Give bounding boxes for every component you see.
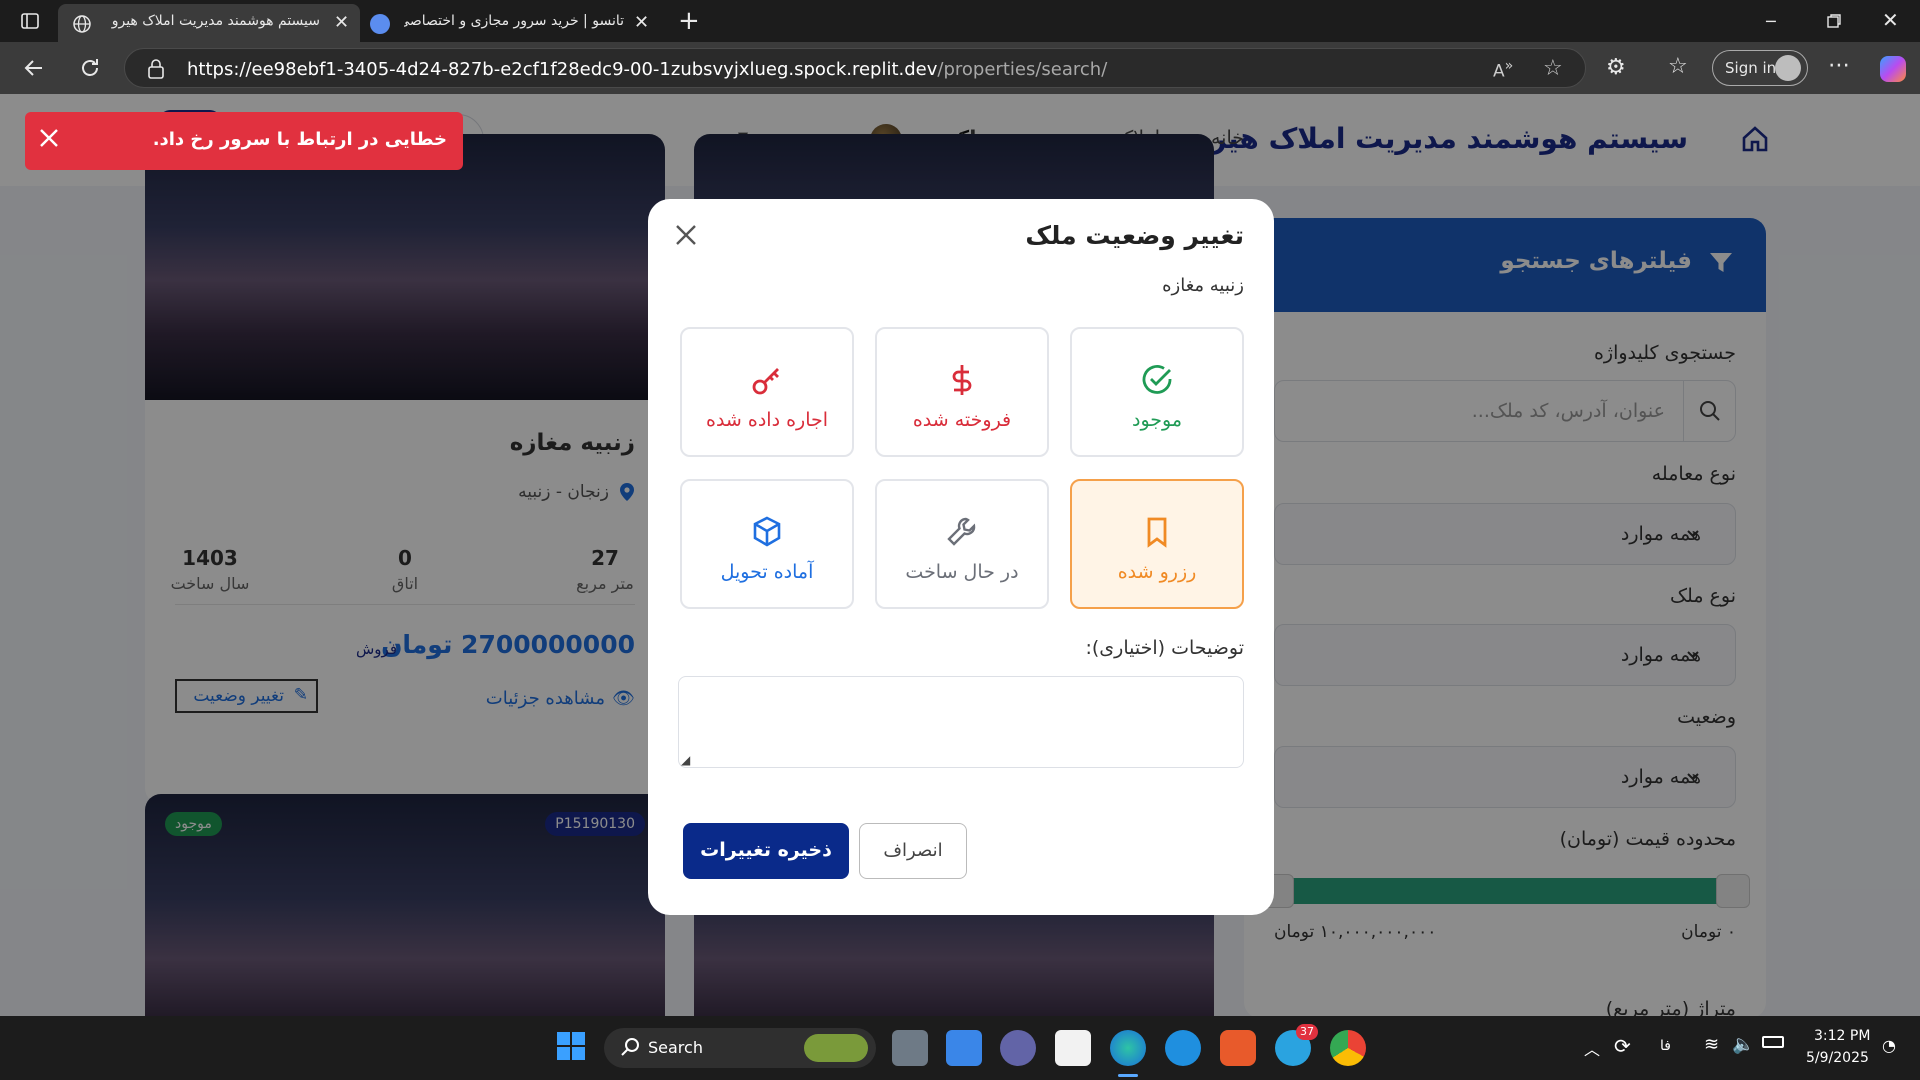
tab-actions-icon[interactable] (20, 11, 40, 31)
status-option-under-construction[interactable]: در حال ساخت (875, 479, 1049, 609)
sign-in-label: Sign in (1725, 59, 1777, 77)
option-label: در حال ساخت (905, 561, 1019, 583)
clock-time[interactable]: 3:12 PM (1814, 1028, 1870, 1044)
active-app-indicator (1118, 1074, 1138, 1077)
status-option-ready[interactable]: آماده تحویل (680, 479, 854, 609)
lock-icon (147, 59, 165, 79)
tab-favicon-icon (370, 14, 390, 34)
close-window-icon[interactable]: ✕ (1882, 8, 1899, 32)
resize-handle-icon[interactable]: ◢ (681, 753, 690, 767)
chrome-icon[interactable] (1330, 1030, 1366, 1066)
status-option-available[interactable]: موجود (1070, 327, 1244, 457)
option-label: فروخته شده (912, 409, 1012, 431)
telegram-badge: 37 (1296, 1024, 1318, 1040)
teams-icon[interactable] (1000, 1030, 1036, 1066)
option-label: موجود (1131, 409, 1182, 431)
read-aloud-icon[interactable]: A» (1493, 58, 1513, 82)
error-toast: خطایی در ارتباط با سرور رخ داد. (25, 112, 463, 170)
dollar-icon (877, 363, 1047, 397)
save-label: ذخیره تغییرات (700, 839, 832, 861)
save-changes-button[interactable]: ذخیره تغییرات (683, 823, 849, 879)
cancel-label: انصراف (883, 840, 943, 861)
windows-taskbar: Search 37 ︿ ⟳ فا ≋ 🔈 3:12 PM 5/9/2025 ◔ (0, 1016, 1920, 1080)
refresh-icon[interactable] (78, 56, 102, 80)
volume-icon[interactable]: 🔈 (1732, 1034, 1754, 1055)
show-hidden-icons[interactable]: ︿ (1584, 1036, 1600, 1060)
key-icon (682, 363, 852, 397)
status-option-reserved[interactable]: رزرو شده (1070, 479, 1244, 609)
toast-close-icon[interactable] (37, 126, 61, 150)
option-label: آماده تحویل (720, 561, 814, 583)
taskbar-search-label: Search (648, 1038, 703, 1057)
toast-message: خطایی در ارتباط با سرور رخ داد. (152, 129, 447, 150)
modal-property-name: زنبیه مغازه (1162, 275, 1244, 296)
address-bar-row: https://ee98ebf1-3405-4d24-827b-e2cf1f28… (0, 42, 1920, 94)
store-icon[interactable] (1055, 1030, 1091, 1066)
extensions-icon[interactable]: ⚙ (1606, 55, 1626, 80)
wifi-icon[interactable]: ≋ (1704, 1034, 1719, 1055)
edge-dev-icon[interactable] (1165, 1030, 1201, 1066)
status-option-rented[interactable]: اجاره داده شده (680, 327, 854, 457)
more-menu-icon[interactable]: ⋯ (1828, 53, 1850, 78)
taskbar-search-box[interactable]: Search (604, 1028, 876, 1068)
widgets-icon[interactable] (946, 1030, 982, 1066)
option-label: رزرو شده (1117, 561, 1197, 583)
wrench-icon (877, 515, 1047, 549)
restore-icon[interactable] (1826, 13, 1842, 29)
search-icon (620, 1037, 640, 1057)
tab-close-icon[interactable]: ✕ (634, 12, 649, 33)
language-indicator[interactable]: فا (1660, 1038, 1671, 1054)
globe-icon (72, 14, 92, 34)
favorite-star-icon[interactable]: ☆ (1543, 56, 1563, 81)
tab-tanso[interactable]: تانسو | خرید سرور مجازی و اختصاصی ✕ (364, 4, 664, 42)
option-label: اجاره داده شده (705, 409, 829, 431)
task-view-icon[interactable] (892, 1030, 928, 1066)
url-text: https://ee98ebf1-3405-4d24-827b-e2cf1f28… (187, 59, 1108, 80)
new-tab-icon[interactable]: + (678, 6, 700, 36)
notification-bell-icon[interactable]: ◔ (1882, 1036, 1896, 1055)
tab-title: تانسو | خرید سرور مجازی و اختصاصی (404, 13, 624, 29)
tab-close-icon[interactable]: ✕ (334, 12, 349, 33)
modal-title: تغییر وضعیت ملک (1025, 221, 1244, 250)
box-icon (682, 515, 852, 549)
copilot-icon[interactable] (1880, 56, 1906, 82)
battery-icon[interactable] (1762, 1036, 1784, 1048)
status-option-sold[interactable]: فروخته شده (875, 327, 1049, 457)
browser-tab-bar: سیستم هوشمند مدیریت املاک هیرو ✕ تانسو |… (0, 0, 1920, 42)
chameleon-icon (804, 1034, 868, 1062)
app-icon[interactable] (1220, 1030, 1256, 1066)
sync-icon[interactable]: ⟳ (1614, 1034, 1631, 1058)
check-circle-icon (1072, 363, 1242, 397)
edge-icon[interactable] (1110, 1030, 1146, 1066)
notes-label: توضیحات (اختیاری): (1085, 637, 1244, 659)
web-page: سیستم هوشمند مدیریت املاک هیرو خانه املا… (0, 94, 1920, 1016)
favorites-icon[interactable]: ☆ (1668, 54, 1688, 79)
bookmark-icon (1072, 515, 1242, 549)
sign-in-button[interactable]: Sign in (1712, 50, 1808, 86)
close-icon[interactable] (672, 221, 700, 249)
cancel-button[interactable]: انصراف (859, 823, 967, 879)
tab-hiro[interactable]: سیستم هوشمند مدیریت املاک هیرو ✕ (58, 4, 360, 42)
avatar-icon (1775, 55, 1801, 81)
url-field[interactable]: https://ee98ebf1-3405-4d24-827b-e2cf1f28… (124, 48, 1586, 88)
minimize-icon[interactable]: ─ (1766, 12, 1776, 31)
tab-title: سیستم هوشمند مدیریت املاک هیرو (111, 13, 320, 29)
change-status-modal: تغییر وضعیت ملک زنبیه مغازه موجود فروخته… (648, 199, 1274, 915)
notes-textarea[interactable]: ◢ (678, 676, 1244, 768)
back-icon[interactable] (22, 56, 46, 80)
clock-date[interactable]: 5/9/2025 (1806, 1050, 1869, 1066)
windows-start-icon[interactable] (555, 1030, 591, 1066)
